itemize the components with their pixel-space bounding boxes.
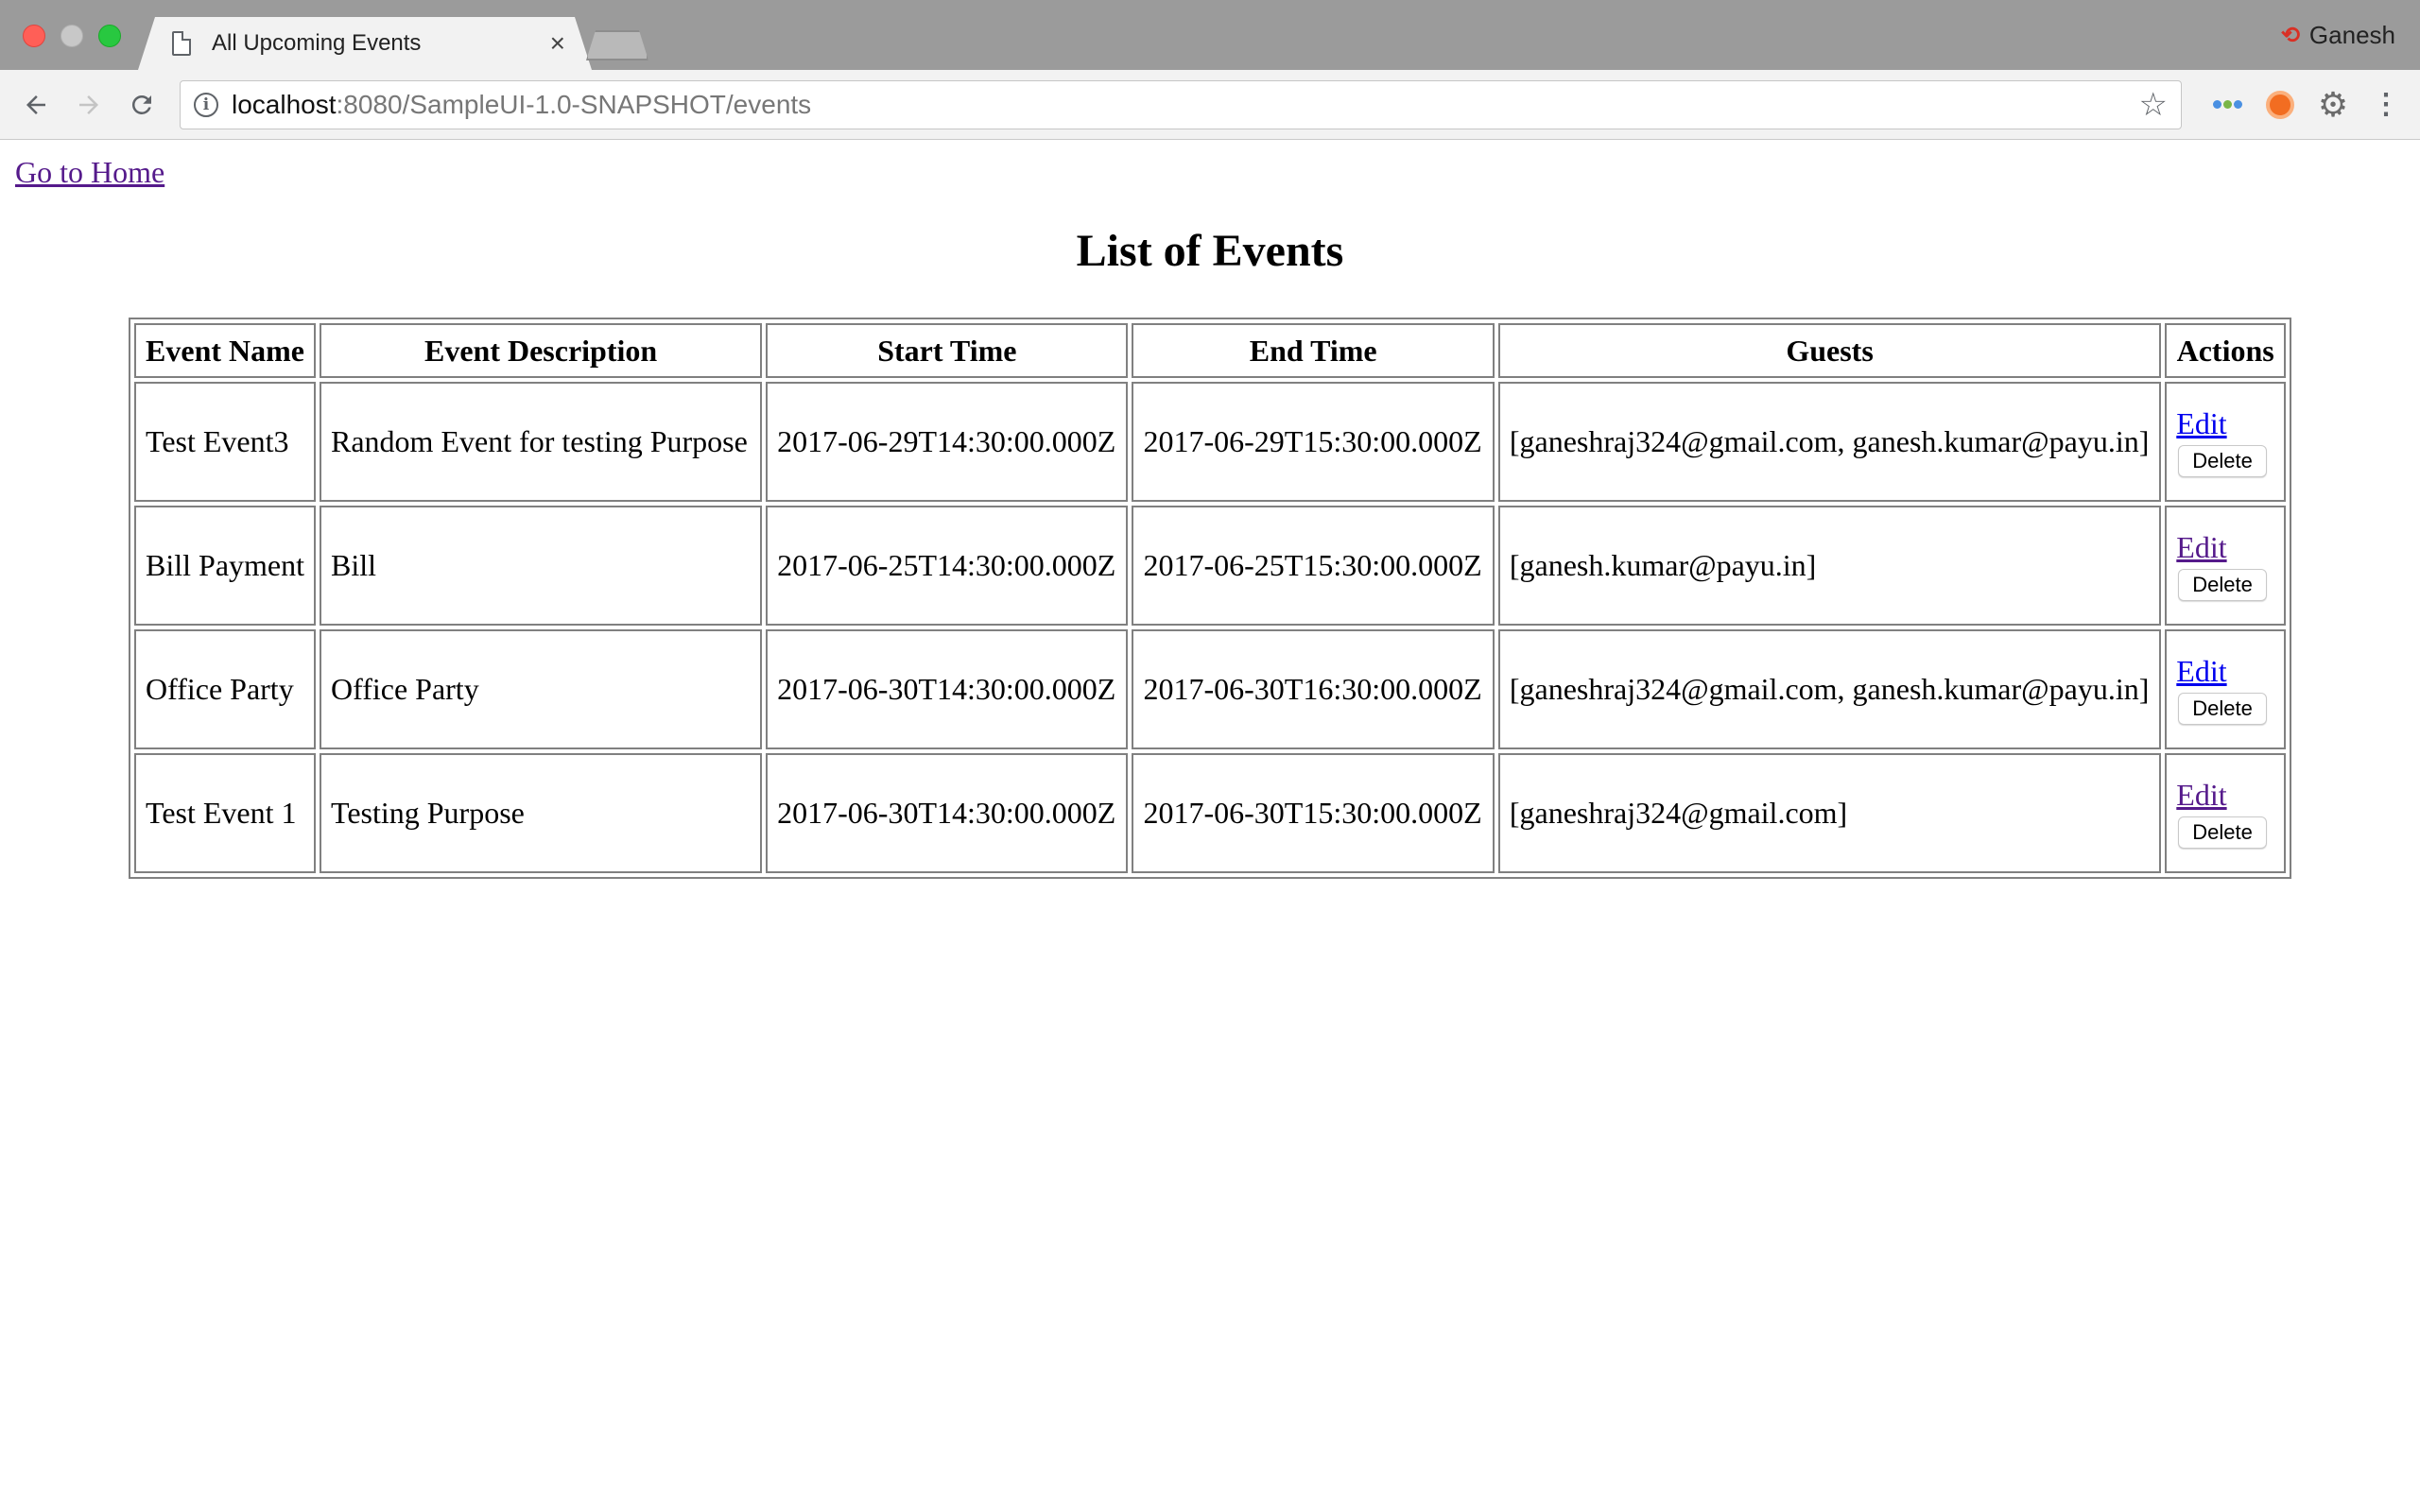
browser-titlebar: All Upcoming Events × ⟲ Ganesh xyxy=(0,0,2420,70)
url-host: localhost xyxy=(232,89,337,119)
document-icon xyxy=(172,31,191,56)
window-maximize-button[interactable] xyxy=(98,25,121,47)
delete-button[interactable]: Delete xyxy=(2178,816,2267,849)
cell-start-time: 2017-06-30T14:30:00.000Z xyxy=(766,753,1129,873)
cell-end-time: 2017-06-29T15:30:00.000Z xyxy=(1132,382,1495,502)
delete-button[interactable]: Delete xyxy=(2178,693,2267,725)
edit-link[interactable]: Edit xyxy=(2176,530,2274,564)
profile-button[interactable]: ⟲ Ganesh xyxy=(2281,21,2395,50)
cell-start-time: 2017-06-25T14:30:00.000Z xyxy=(766,506,1129,626)
cell-actions: Edit Delete xyxy=(2165,506,2286,626)
cell-event-name: Test Event 1 xyxy=(134,753,316,873)
edit-link[interactable]: Edit xyxy=(2176,406,2274,440)
reload-icon[interactable] xyxy=(117,80,166,129)
url-path: :8080/SampleUI-1.0-SNAPSHOT/events xyxy=(336,89,812,119)
table-header-row: Event Name Event Description Start Time … xyxy=(134,323,2286,378)
url-text[interactable]: localhost:8080/SampleUI-1.0-SNAPSHOT/eve… xyxy=(232,90,811,120)
column-header-end-time: End Time xyxy=(1132,323,1495,378)
window-minimize-button[interactable] xyxy=(60,25,83,47)
column-header-guests: Guests xyxy=(1497,323,2162,378)
browser-tab-active[interactable]: All Upcoming Events × xyxy=(138,17,592,70)
delete-button[interactable]: Delete xyxy=(2178,569,2267,601)
page-title: List of Events xyxy=(1076,226,1344,276)
info-icon[interactable]: i xyxy=(194,92,218,117)
tab-close-icon[interactable]: × xyxy=(550,30,565,57)
back-arrow-icon[interactable] xyxy=(11,80,60,129)
cell-end-time: 2017-06-30T16:30:00.000Z xyxy=(1132,629,1495,749)
address-bar[interactable]: i localhost:8080/SampleUI-1.0-SNAPSHOT/e… xyxy=(180,79,2182,129)
column-header-actions: Actions xyxy=(2165,323,2286,378)
cell-guests: [ganesh.kumar@payu.in] xyxy=(1497,506,2162,626)
window-close-button[interactable] xyxy=(23,25,45,47)
table-row: Test Event 1 Testing Purpose 2017-06-30T… xyxy=(134,753,2286,873)
cell-event-name: Test Event3 xyxy=(134,382,316,502)
new-tab-button[interactable] xyxy=(586,30,648,60)
cell-event-description: Testing Purpose xyxy=(320,753,763,873)
browser-toolbar: i localhost:8080/SampleUI-1.0-SNAPSHOT/e… xyxy=(0,70,2420,140)
column-header-event-name: Event Name xyxy=(134,323,316,378)
profile-name: Ganesh xyxy=(2308,21,2395,49)
go-to-home-link[interactable]: Go to Home xyxy=(15,155,164,190)
cell-guests: [ganeshraj324@gmail.com] xyxy=(1497,753,2162,873)
sync-error-icon: ⟲ xyxy=(2280,23,2300,48)
cell-start-time: 2017-06-30T14:30:00.000Z xyxy=(766,629,1129,749)
edit-link[interactable]: Edit xyxy=(2176,654,2274,688)
column-header-event-description: Event Description xyxy=(320,323,763,378)
cell-actions: Edit Delete xyxy=(2165,382,2286,502)
extension-dots-icon[interactable] xyxy=(2204,82,2250,128)
cell-event-name: Bill Payment xyxy=(134,506,316,626)
edit-link[interactable]: Edit xyxy=(2176,778,2274,812)
cell-guests: [ganeshraj324@gmail.com, ganesh.kumar@pa… xyxy=(1497,629,2162,749)
table-row: Bill Payment Bill 2017-06-25T14:30:00.00… xyxy=(134,506,2286,626)
table-row: Office Party Office Party 2017-06-30T14:… xyxy=(134,629,2286,749)
window-controls xyxy=(23,25,121,47)
star-icon[interactable]: ☆ xyxy=(2139,86,2168,124)
cell-start-time: 2017-06-29T14:30:00.000Z xyxy=(766,382,1129,502)
cell-end-time: 2017-06-25T15:30:00.000Z xyxy=(1132,506,1495,626)
cell-event-name: Office Party xyxy=(134,629,316,749)
kebab-menu-icon[interactable]: ⋮ xyxy=(2363,82,2409,128)
tab-title: All Upcoming Events xyxy=(212,30,422,56)
forward-arrow-icon[interactable] xyxy=(64,80,113,129)
cell-actions: Edit Delete xyxy=(2165,753,2286,873)
events-table: Event Name Event Description Start Time … xyxy=(129,318,2291,879)
extension-orange-icon[interactable] xyxy=(2257,82,2303,128)
cell-event-description: Random Event for testing Purpose xyxy=(320,382,763,502)
delete-button[interactable]: Delete xyxy=(2178,445,2267,477)
cell-end-time: 2017-06-30T15:30:00.000Z xyxy=(1132,753,1495,873)
column-header-start-time: Start Time xyxy=(766,323,1129,378)
cell-actions: Edit Delete xyxy=(2165,629,2286,749)
extension-gear-icon[interactable]: ⚙ xyxy=(2310,82,2356,128)
cell-event-description: Office Party xyxy=(320,629,763,749)
table-row: Test Event3 Random Event for testing Pur… xyxy=(134,382,2286,502)
cell-event-description: Bill xyxy=(320,506,763,626)
cell-guests: [ganeshraj324@gmail.com, ganesh.kumar@pa… xyxy=(1497,382,2162,502)
